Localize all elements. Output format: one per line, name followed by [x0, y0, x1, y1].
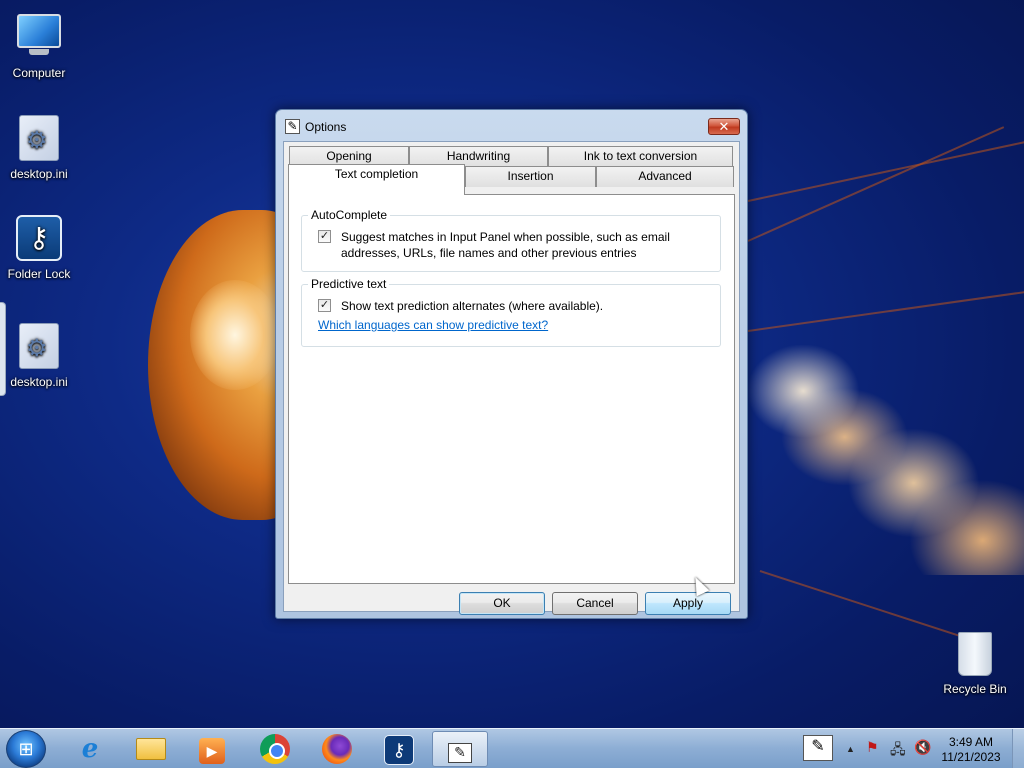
- autocomplete-group-title: AutoComplete: [308, 208, 391, 222]
- taskbar-file-explorer[interactable]: [123, 731, 179, 767]
- tab-ink-to-text-conversion[interactable]: Ink to text conversion: [548, 146, 733, 167]
- tab-text-completion[interactable]: Text completion: [288, 164, 465, 195]
- settings-file-icon: [15, 115, 63, 163]
- tablet-input-tray-icon[interactable]: ✎: [803, 735, 833, 761]
- taskbar-media-player[interactable]: ▶: [184, 731, 240, 767]
- show-desktop-button[interactable]: [1012, 729, 1024, 768]
- firefox-icon: [322, 734, 352, 764]
- file-explorer-icon: [136, 738, 166, 760]
- desktop-icon-label: Recycle Bin: [943, 682, 1007, 696]
- predictive-text-group-title: Predictive text: [308, 277, 390, 291]
- edge-input-panel-tab[interactable]: [0, 302, 6, 396]
- predictive-languages-link[interactable]: Which languages can show predictive text…: [318, 318, 548, 332]
- tab-label: Text completion: [334, 167, 419, 181]
- wallpaper-jellyfish-tentacles: [748, 345, 1024, 575]
- checkmark-icon: ✓: [319, 230, 330, 242]
- desktop-icon-label: Computer: [12, 66, 66, 80]
- media-player-icon: ▶: [199, 738, 225, 764]
- dialog-titlebar[interactable]: ✎ Options ✕: [276, 110, 747, 142]
- wallpaper-thread: [747, 139, 1024, 202]
- tab-label: Insertion: [507, 169, 554, 183]
- tab-label: Ink to text conversion: [583, 149, 698, 163]
- ok-button[interactable]: OK: [459, 592, 545, 615]
- predictive-text-group: Predictive text ✓ Show text prediction a…: [301, 277, 721, 347]
- desktop-icon-label: Folder Lock: [7, 267, 71, 281]
- tab-advanced[interactable]: Advanced: [596, 166, 734, 187]
- text-completion-panel: AutoComplete ✓ Suggest matches in Input …: [288, 194, 735, 584]
- desktop-icon-label: desktop.ini: [10, 375, 68, 389]
- tab-label: Advanced: [638, 169, 692, 183]
- network-icon[interactable]: 🖧: [890, 739, 906, 763]
- predictive-text-checkbox[interactable]: ✓: [318, 299, 331, 312]
- desktop-icon-label: desktop.ini: [10, 167, 68, 181]
- input-panel-icon: ✎: [448, 743, 472, 763]
- close-button[interactable]: ✕: [708, 118, 740, 135]
- pen-icon: ✎: [285, 119, 300, 134]
- predictive-text-checkbox-label[interactable]: Show text prediction alternates (where a…: [341, 298, 726, 314]
- taskbar-chrome[interactable]: [247, 731, 303, 767]
- taskbar-firefox[interactable]: [309, 731, 365, 767]
- autocomplete-option[interactable]: ✓ Suggest matches in Input Panel when po…: [318, 229, 718, 263]
- wallpaper-jellyfish-core: [190, 280, 280, 390]
- folder-lock-icon: ⚷: [384, 735, 414, 765]
- wallpaper-thread: [747, 126, 1005, 242]
- windows-logo-icon: ⊞: [18, 739, 34, 759]
- desktop-icon-recycle-bin[interactable]: Recycle Bin: [936, 632, 1014, 696]
- system-tray: ✎ ▲ ⚑ 🖧 🔇 3:49 AM 11/21/2023: [800, 731, 1024, 767]
- checkmark-icon: ✓: [319, 299, 330, 311]
- chevron-up-icon: ▲: [846, 744, 855, 754]
- cancel-button[interactable]: Cancel: [552, 592, 638, 615]
- close-icon: ✕: [718, 119, 730, 134]
- computer-icon: [15, 14, 63, 62]
- action-center-flag-icon[interactable]: ⚑: [866, 739, 879, 756]
- show-hidden-icons-button[interactable]: ▲: [846, 744, 855, 754]
- chrome-icon: [260, 734, 290, 764]
- autocomplete-checkbox[interactable]: ✓: [318, 230, 331, 243]
- tab-label: Handwriting: [446, 149, 511, 163]
- wallpaper-thread: [747, 291, 1024, 332]
- apply-button[interactable]: Apply: [645, 592, 731, 615]
- taskbar-input-panel[interactable]: ✎: [432, 731, 488, 767]
- autocomplete-checkbox-label[interactable]: Suggest matches in Input Panel when poss…: [341, 229, 726, 261]
- dialog-title: Options: [305, 120, 347, 134]
- pen-icon: ✎: [811, 738, 825, 755]
- clock-time: 3:49 AM: [948, 735, 994, 749]
- taskbar: ⊞ e ▶ ⚷ ✎ ✎ ▲ ⚑ 🖧 🔇 3:49 AM 11/21/2023: [0, 728, 1024, 768]
- folder-lock-icon: ⚷: [15, 215, 63, 263]
- options-dialog: ✎ Options ✕ Opening Handwriting Ink to t…: [275, 109, 748, 619]
- tab-label: Opening: [326, 149, 372, 163]
- desktop-icon-desktop-ini-1[interactable]: desktop.ini: [0, 115, 78, 181]
- taskbar-internet-explorer[interactable]: e: [62, 731, 118, 767]
- desktop-icon-folder-lock[interactable]: ⚷ Folder Lock: [0, 215, 78, 281]
- clock-date: 11/21/2023: [941, 750, 1001, 764]
- desktop-icon-desktop-ini-2[interactable]: desktop.ini: [0, 323, 78, 389]
- taskbar-folder-lock[interactable]: ⚷: [371, 731, 427, 767]
- start-button[interactable]: ⊞: [6, 730, 46, 768]
- recycle-bin-icon: [951, 632, 999, 678]
- predictive-text-option[interactable]: ✓ Show text prediction alternates (where…: [318, 298, 718, 316]
- desktop-icon-computer[interactable]: Computer: [0, 10, 78, 80]
- autocomplete-group: AutoComplete ✓ Suggest matches in Input …: [301, 208, 721, 272]
- settings-file-icon: [15, 323, 63, 371]
- volume-muted-icon[interactable]: 🔇: [914, 739, 931, 756]
- dialog-client-area: Opening Handwriting Ink to text conversi…: [283, 141, 740, 615]
- tab-insertion[interactable]: Insertion: [465, 166, 596, 187]
- internet-explorer-icon: e: [81, 734, 99, 764]
- taskbar-clock[interactable]: 3:49 AM 11/21/2023: [936, 735, 1006, 765]
